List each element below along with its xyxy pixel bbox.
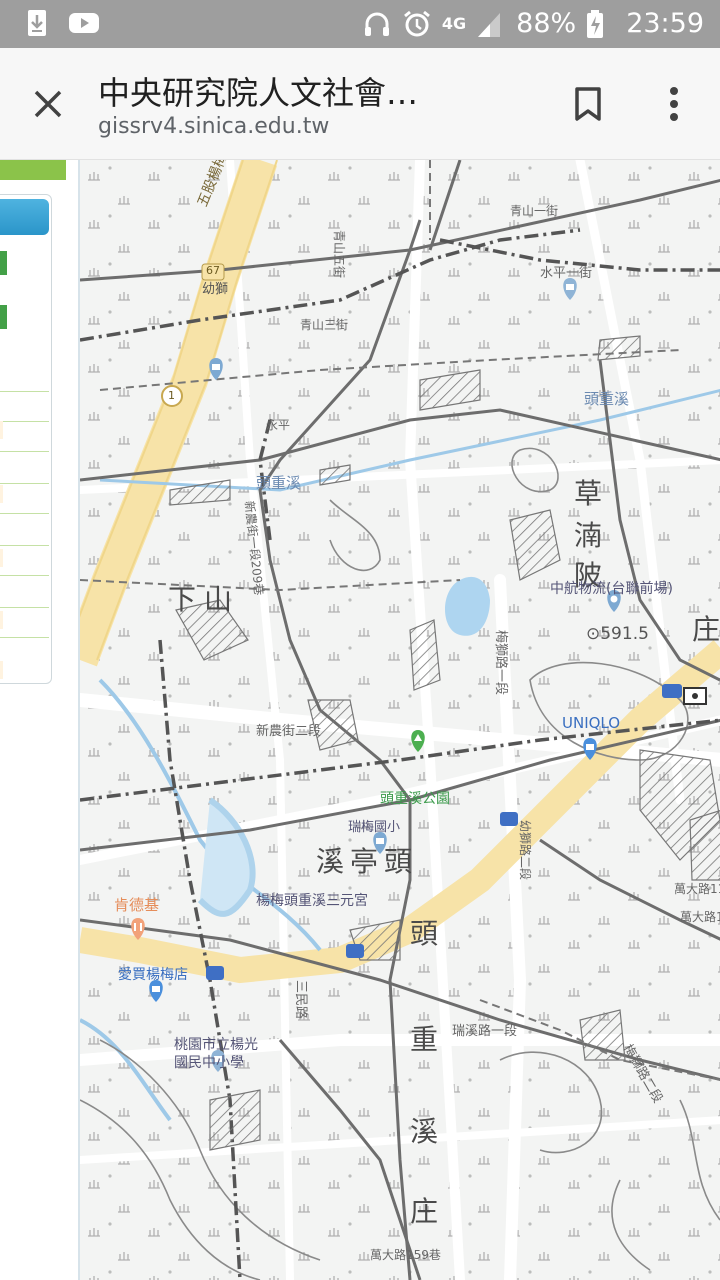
panel-blue-button[interactable] (0, 199, 49, 235)
layer-row[interactable] (0, 451, 49, 452)
highway-shield-67: 67 (206, 264, 220, 277)
layer-list (0, 194, 52, 684)
place-label-zhuang-2: 庄 (410, 1195, 439, 1228)
youtube-icon (68, 8, 99, 38)
logistics-label[interactable]: 中航物流(台聯前場) (550, 578, 673, 598)
road-label-qingshan-3: 青山三街 (300, 318, 349, 332)
place-label-xi: 溪 (410, 1115, 439, 1148)
place-label-zhong: 重 (410, 1023, 439, 1056)
road-label-meishi-1: 梅獅路一段 (493, 630, 508, 696)
web-content: 下 山 草 湳 陂 庄 溪亭頭 頭 重 溪 庄 ⊙591.5 頭重溪 頭重溪 水… (0, 160, 720, 1280)
place-label-tou: 頭 (410, 917, 439, 950)
close-button[interactable] (22, 78, 74, 130)
road-label-wanda-116: 萬大路116巷 (674, 882, 720, 896)
creek-label: 頭重溪 (256, 474, 302, 492)
more-vert-icon (670, 87, 678, 121)
creek-label-2: 頭重溪 (584, 390, 630, 408)
layer-tab-1[interactable] (0, 251, 7, 275)
road-label-yongping: 永平 (266, 418, 291, 432)
bookmark-icon (575, 87, 601, 121)
map-view[interactable]: 下 山 草 湳 陂 庄 溪亭頭 頭 重 溪 庄 ⊙591.5 頭重溪 頭重溪 水… (78, 160, 720, 1280)
road-label-wanda-159: 萬大路159巷 (370, 1248, 441, 1262)
layer-row-accent (0, 421, 3, 439)
headphones-icon (362, 9, 392, 39)
download-icon (22, 8, 52, 38)
uniqlo-label[interactable]: UNIQLO (562, 714, 620, 732)
page-url[interactable]: gissrv4.sinica.edu.tw (98, 114, 329, 139)
layer-row[interactable] (0, 483, 49, 484)
page-title: 中央研究院人文社會… (98, 74, 419, 112)
road-label-ruixi: 瑞溪路一段 (452, 1024, 518, 1039)
place-label-nan: 湳 (574, 519, 603, 552)
school-label-yangguang-line1[interactable]: 桃園市立楊光 (174, 1034, 258, 1054)
layer-row[interactable] (0, 637, 49, 638)
close-icon (34, 90, 62, 118)
road-label-yosi: 幼獅 (202, 282, 229, 297)
more-options-button[interactable] (654, 82, 694, 126)
restaurant-label[interactable]: 肯德基 (114, 894, 159, 915)
shop-label[interactable]: 愛買楊梅店 (118, 964, 188, 984)
street-label-shuiping: 水平一街 (540, 266, 593, 281)
clock: 23:59 (626, 8, 704, 39)
school-label-yangguang-line2[interactable]: 國民中小學 (174, 1052, 244, 1072)
layer-row[interactable] (0, 421, 49, 422)
temple-label[interactable]: 楊梅頭重溪三元宮 (256, 890, 368, 910)
road-label-sanmin: 三民路 (293, 980, 308, 1020)
place-label-zhuang-1: 庄 (692, 613, 720, 646)
road-label-xinnong: 新農街二段 (256, 724, 322, 739)
school-label-ruimei[interactable]: 瑞梅國小 (348, 816, 400, 835)
elevation-point: ⊙591.5 (586, 624, 649, 644)
layer-row[interactable] (0, 545, 49, 546)
custom-tab-toolbar: 中央研究院人文社會… gissrv4.sinica.edu.tw (0, 48, 720, 160)
layer-side-panel (0, 160, 66, 1280)
layer-row[interactable] (0, 607, 49, 608)
battery-percent: 88% (516, 8, 577, 39)
layer-row-accent (0, 661, 3, 679)
layer-row[interactable] (0, 575, 49, 576)
route-shield-1: 1 (168, 389, 175, 402)
alarm-icon (402, 9, 432, 39)
place-label-xia: 下 (168, 583, 197, 616)
layer-row-accent (0, 549, 3, 567)
layer-row[interactable] (0, 391, 49, 392)
battery-icon (586, 9, 616, 39)
panel-header-strip (0, 160, 66, 180)
signal-icon (476, 9, 506, 39)
layer-row-accent (0, 611, 3, 629)
network-type: 4G (441, 14, 467, 33)
layer-row[interactable] (0, 513, 49, 514)
place-label-cao: 草 (574, 477, 603, 510)
park-label[interactable]: 頭重溪公園 (380, 788, 450, 808)
layer-tab-2[interactable] (0, 305, 7, 329)
road-label-qingshan-5: 青山五街 (332, 230, 346, 279)
layer-row-accent (0, 485, 3, 503)
status-bar: 4G 88% 23:59 (0, 0, 720, 48)
place-label-xi-ting-tou: 溪亭頭 (316, 845, 419, 878)
place-label-shan: 山 (204, 583, 233, 616)
bookmark-button[interactable] (566, 82, 610, 126)
road-label-yosi-2: 幼獅路二段 (518, 820, 532, 881)
road-label-qingshan-1: 青山一街 (510, 204, 559, 218)
map-canvas[interactable] (80, 160, 720, 1280)
road-label-wanda-138: 萬大路138 (680, 910, 720, 924)
